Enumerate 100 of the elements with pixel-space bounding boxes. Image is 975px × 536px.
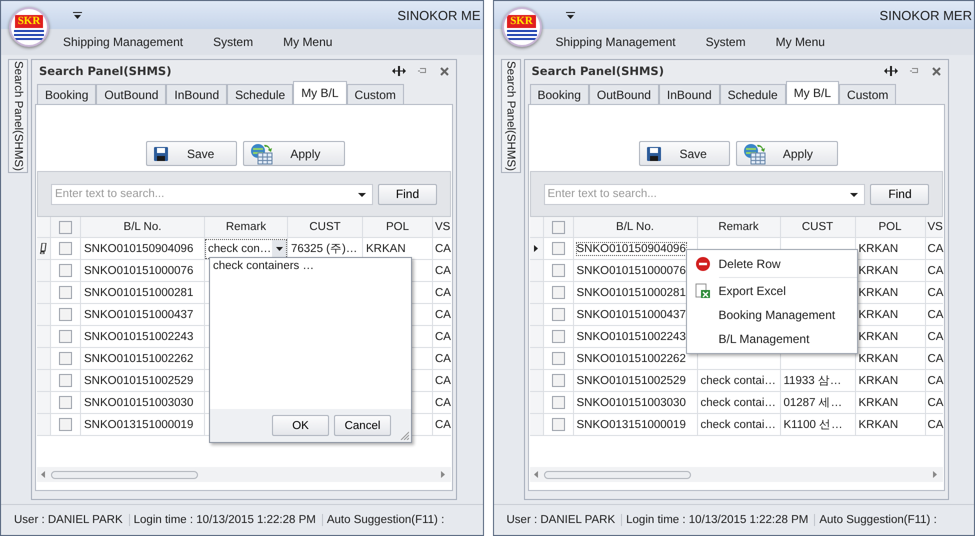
scroll-right-icon[interactable]: [440, 471, 445, 478]
pin-icon[interactable]: [418, 67, 428, 75]
row-header-cell[interactable]: [37, 260, 51, 281]
row-header-cell[interactable]: [530, 392, 544, 413]
apply-button[interactable]: Apply: [243, 141, 346, 166]
checkbox[interactable]: [59, 396, 72, 409]
column-header[interactable]: Remark: [698, 217, 780, 237]
search-field[interactable]: Enter text to search...: [51, 184, 373, 204]
company-logo[interactable]: SKR: [9, 7, 49, 47]
menu-item[interactable]: System: [706, 35, 746, 49]
row-header-cell[interactable]: [530, 260, 544, 281]
row-header-cell[interactable]: [530, 304, 544, 325]
column-header[interactable]: POL: [856, 217, 926, 237]
scroll-left-icon[interactable]: [41, 471, 45, 478]
column-header[interactable]: Remark: [205, 217, 288, 237]
column-header[interactable]: VS: [433, 217, 451, 237]
tab[interactable]: Booking: [37, 84, 96, 104]
checkbox[interactable]: [552, 418, 564, 431]
tab[interactable]: OutBound: [96, 84, 166, 104]
tab[interactable]: OutBound: [588, 84, 659, 104]
row-header-cell[interactable]: [37, 326, 51, 347]
dropdown-arrow-icon[interactable]: [276, 246, 282, 250]
tab[interactable]: My B/L: [786, 81, 840, 104]
checkbox[interactable]: [59, 220, 72, 234]
dropdown-arrow-icon[interactable]: [566, 12, 574, 18]
dropdown-arrow-icon[interactable]: [358, 192, 366, 196]
row-header-cell[interactable]: [530, 238, 544, 259]
apply-button[interactable]: Apply: [736, 141, 838, 166]
cancel-button[interactable]: Cancel: [334, 415, 391, 436]
checkbox[interactable]: [59, 264, 72, 277]
horizontal-scrollbar[interactable]: [37, 467, 451, 482]
checkbox[interactable]: [552, 264, 564, 277]
tab[interactable]: My B/L: [293, 81, 347, 104]
checkbox[interactable]: [552, 286, 564, 299]
menu-item[interactable]: Shipping Management: [556, 35, 676, 49]
column-header[interactable]: B/L No.: [81, 217, 205, 237]
tab[interactable]: Schedule: [227, 84, 294, 104]
menu-item[interactable]: My Menu: [776, 35, 825, 49]
company-logo[interactable]: SKR: [502, 7, 542, 47]
row-header-cell[interactable]: [530, 348, 544, 369]
menu-item[interactable]: Booking Management: [686, 303, 856, 327]
checkbox[interactable]: [552, 352, 564, 365]
close-icon[interactable]: [932, 66, 942, 76]
menu-item[interactable]: Export Excel: [686, 279, 856, 303]
row-header-cell[interactable]: [530, 370, 544, 391]
row-header-cell[interactable]: [530, 414, 544, 435]
pin-icon[interactable]: [910, 67, 920, 75]
menu-item[interactable]: My Menu: [283, 35, 332, 49]
row-header-cell[interactable]: [530, 282, 544, 303]
row-header-cell[interactable]: [37, 238, 51, 259]
tab[interactable]: InBound: [166, 84, 228, 104]
checkbox[interactable]: [552, 374, 564, 387]
row-header-cell[interactable]: [37, 392, 51, 413]
checkbox[interactable]: [552, 330, 564, 343]
find-button[interactable]: Find: [870, 184, 930, 204]
side-tab[interactable]: Search Panel(SHMS): [8, 59, 28, 173]
checkbox[interactable]: [59, 352, 72, 365]
menu-item[interactable]: Shipping Management: [63, 35, 184, 49]
column-header[interactable]: B/L No.: [574, 217, 698, 237]
tab[interactable]: InBound: [658, 84, 720, 104]
search-field[interactable]: Enter text to search...: [544, 184, 866, 204]
checkbox[interactable]: [59, 418, 72, 431]
row-header-cell[interactable]: [37, 282, 51, 303]
side-tab[interactable]: Search Panel(SHMS): [500, 59, 520, 173]
close-icon[interactable]: [440, 66, 449, 76]
column-header[interactable]: CUST: [780, 217, 856, 237]
tab[interactable]: Custom: [346, 84, 404, 104]
menu-item[interactable]: System: [213, 35, 254, 49]
remark-text[interactable]: check containers …: [210, 258, 411, 274]
menu-item[interactable]: B/L Management: [686, 327, 856, 351]
row-header-cell[interactable]: [530, 326, 544, 347]
row-header-cell[interactable]: [37, 370, 51, 391]
dropdown-arrow-icon[interactable]: [73, 12, 82, 18]
checkbox[interactable]: [59, 242, 72, 255]
save-button[interactable]: Save: [146, 141, 238, 166]
column-header[interactable]: VS: [926, 217, 944, 237]
tab[interactable]: Custom: [839, 84, 896, 104]
checkbox[interactable]: [59, 286, 72, 299]
horizontal-scrollbar[interactable]: [530, 467, 944, 482]
find-button[interactable]: Find: [378, 184, 437, 204]
save-button[interactable]: Save: [638, 141, 730, 166]
resize-icon[interactable]: [884, 66, 898, 76]
menu-item[interactable]: Delete Row: [686, 252, 856, 276]
checkbox[interactable]: [552, 242, 564, 255]
checkbox[interactable]: [552, 396, 564, 409]
checkbox[interactable]: [59, 330, 72, 343]
scroll-left-icon[interactable]: [534, 471, 538, 478]
row-header-cell[interactable]: [37, 304, 51, 325]
scroll-right-icon[interactable]: [933, 471, 938, 478]
checkbox[interactable]: [552, 308, 564, 321]
row-header-cell[interactable]: [37, 414, 51, 435]
column-header[interactable]: POL: [363, 217, 433, 237]
resize-grip-icon[interactable]: [400, 431, 409, 440]
column-header[interactable]: CUST: [288, 217, 363, 237]
resize-icon[interactable]: [392, 66, 406, 76]
tab[interactable]: Booking: [530, 84, 589, 104]
tab[interactable]: Schedule: [720, 84, 786, 104]
checkbox[interactable]: [59, 374, 72, 387]
dropdown-arrow-icon[interactable]: [850, 192, 858, 196]
checkbox[interactable]: [552, 220, 564, 234]
